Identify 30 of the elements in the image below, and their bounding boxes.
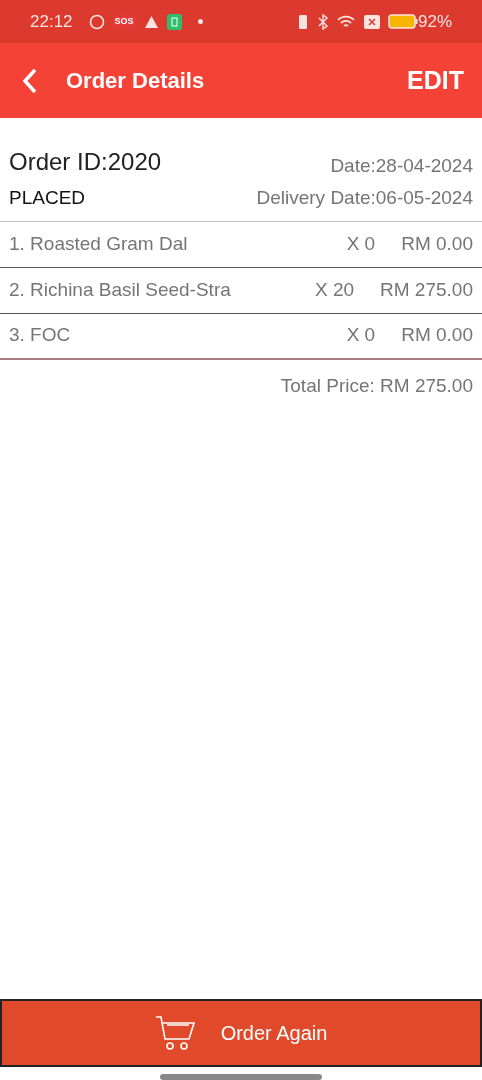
screen-title: Order Details bbox=[66, 67, 205, 95]
item-name: 1. Roasted Gram Dal bbox=[9, 231, 189, 256]
item-price: RM 0.00 bbox=[401, 323, 473, 348]
order-status: PLACED bbox=[9, 186, 86, 210]
item-quantity: X 20 bbox=[314, 277, 355, 302]
delivery-date: Delivery Date:06-05-2024 bbox=[256, 186, 473, 210]
battery-icon bbox=[387, 14, 418, 29]
back-button[interactable] bbox=[22, 67, 38, 94]
notification-icon bbox=[363, 14, 380, 29]
warning-icon bbox=[143, 14, 159, 29]
edit-button[interactable]: EDIT bbox=[407, 61, 464, 100]
battery-app-icon bbox=[166, 13, 182, 30]
item-price: RM 0.00 bbox=[401, 231, 473, 256]
order-again-button[interactable]: Order Again bbox=[0, 999, 482, 1067]
item-name: 2. Richina Basil Seed-Stra bbox=[9, 277, 232, 302]
item-name: 3. FOC bbox=[9, 323, 72, 348]
wifi-icon bbox=[335, 13, 356, 30]
item-quantity: X 0 bbox=[346, 323, 376, 348]
order-id: Order ID:2020 bbox=[9, 147, 162, 177]
item-quantity: X 0 bbox=[346, 231, 376, 256]
order-date: Date:28-04-2024 bbox=[330, 153, 473, 178]
back-icon bbox=[22, 67, 38, 94]
dot-icon bbox=[197, 19, 203, 24]
status-time: 22:12 bbox=[30, 10, 73, 33]
bluetooth-icon bbox=[317, 13, 328, 30]
total-price: Total Price: RM 275.00 bbox=[279, 373, 474, 398]
cart-icon bbox=[154, 1015, 197, 1051]
sos-badge: SOS bbox=[112, 14, 136, 29]
battery-percentage: 92% bbox=[417, 10, 452, 33]
item-price: RM 275.00 bbox=[380, 277, 473, 302]
